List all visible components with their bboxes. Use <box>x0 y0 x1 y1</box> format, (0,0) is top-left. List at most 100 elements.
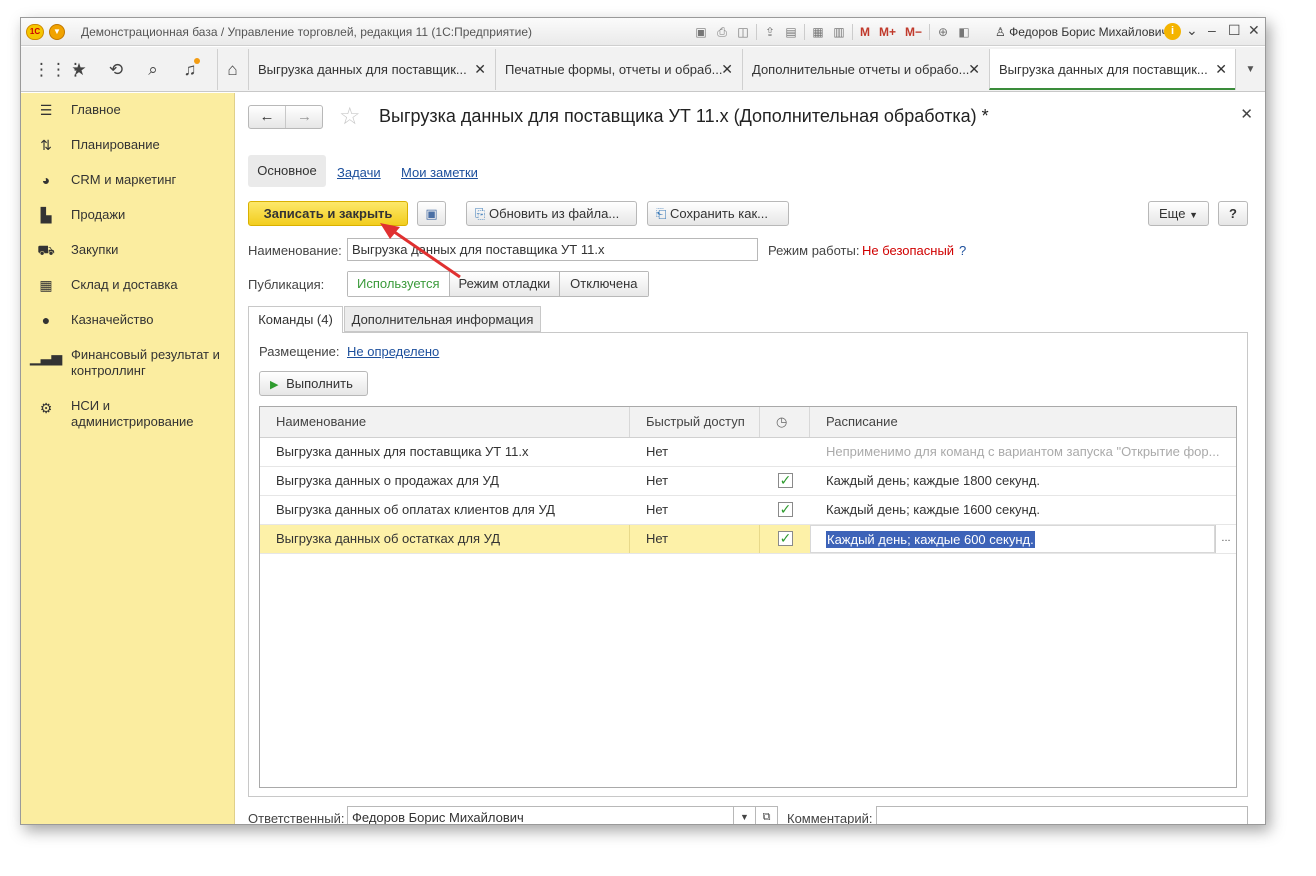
memory-button[interactable]: M <box>858 25 872 39</box>
column-header-quick-access[interactable]: Быстрый доступ <box>630 407 760 437</box>
memory-minus-button[interactable]: M− <box>903 25 924 39</box>
maximize-icon[interactable]: ☐ <box>1228 22 1241 39</box>
table-row[interactable]: Выгрузка данных об оплатах клиентов для … <box>260 496 1236 525</box>
sidebar: ☰ Главное ⇅ Планирование ◕ CRM и маркети… <box>21 93 235 824</box>
button-label: Обновить из файла... <box>489 206 620 221</box>
more-button[interactable]: Еще ▼ <box>1148 201 1209 226</box>
table-row-selected[interactable]: Выгрузка данных об остатках для УД Нет ✓… <box>260 525 1236 554</box>
sidebar-item-crm[interactable]: ◕ CRM и маркетинг <box>21 171 235 189</box>
execute-button[interactable]: ▶ Выполнить <box>259 371 368 396</box>
sidebar-item-finance[interactable]: ▁▃▅ Финансовый результат и контроллинг <box>21 346 235 379</box>
history-nav-group: ← → <box>248 105 323 129</box>
app-window: 1С ▼ Демонстрационная база / Управление … <box>20 17 1266 825</box>
sidebar-item-treasury[interactable]: ● Казначейство <box>21 311 235 329</box>
tab-notes[interactable]: Мои заметки <box>401 165 478 180</box>
preview-icon[interactable]: ◫ <box>735 24 751 40</box>
help-button[interactable]: ? <box>1218 201 1248 226</box>
calendar-icon[interactable]: ▥ <box>831 24 847 40</box>
table-row[interactable]: Выгрузка данных о продажах для УД Нет ✓ … <box>260 467 1236 496</box>
favorite-star-icon[interactable]: ☆ <box>339 102 361 131</box>
print-icon[interactable]: ⎙ <box>714 24 730 40</box>
tab-additional-reports[interactable]: Дополнительные отчеты и обрабо... ✕ <box>742 49 988 90</box>
cell-name: Выгрузка данных для поставщика УТ 11.x <box>276 444 529 459</box>
main-menu-button[interactable]: ▼ <box>49 24 65 40</box>
table-header: Наименование Быстрый доступ ◷ Расписание <box>260 407 1236 438</box>
publication-option-debug[interactable]: Режим отладки <box>449 272 561 296</box>
sidebar-item-purchases[interactable]: ⛟ Закупки <box>21 241 235 259</box>
sidebar-item-planning[interactable]: ⇅ Планирование <box>21 136 235 154</box>
tab-label: Выгрузка данных для поставщик... <box>999 62 1208 77</box>
sidebar-item-label: Склад и доставка <box>71 277 178 292</box>
back-arrow-icon[interactable]: ← <box>249 106 286 128</box>
history-icon[interactable]: ⟲ <box>105 59 127 81</box>
schedule-checkbox[interactable]: ✓ <box>778 473 793 488</box>
tab-export-data-1[interactable]: Выгрузка данных для поставщик... ✕ <box>248 49 494 90</box>
sidebar-item-label: CRM и маркетинг <box>71 172 177 187</box>
sidebar-item-main[interactable]: ☰ Главное <box>21 101 235 119</box>
close-tab-icon[interactable]: ✕ <box>474 49 486 90</box>
sidebar-item-warehouse[interactable]: ▦ Склад и доставка <box>21 276 235 294</box>
close-window-icon[interactable]: ✕ <box>1248 22 1260 39</box>
responsible-dropdown-icon[interactable]: ▼ <box>734 806 756 824</box>
home-icon[interactable]: ⌂ <box>217 49 247 90</box>
calculator-icon[interactable]: ▦ <box>810 24 826 40</box>
update-from-file-button[interactable]: ⎘ Обновить из файла... <box>466 201 637 226</box>
comment-input[interactable] <box>876 806 1248 824</box>
window-menu-chevron-icon[interactable]: ⌄ <box>1186 22 1198 39</box>
toolbar-separator <box>929 24 931 40</box>
button-label: Сохранить как... <box>670 206 768 221</box>
close-tab-icon[interactable]: ✕ <box>968 49 980 90</box>
save-as-button[interactable]: ⎗ Сохранить как... <box>647 201 789 226</box>
scan-icon[interactable]: ▤ <box>783 24 799 40</box>
close-form-icon[interactable]: ✕ <box>1240 105 1253 123</box>
tabs-dropdown-icon[interactable]: ▼ <box>1235 49 1265 90</box>
tab-label: Дополнительные отчеты и обрабо... <box>752 62 970 77</box>
minimize-icon[interactable]: – <box>1208 22 1216 38</box>
tab-print-forms[interactable]: Печатные формы, отчеты и обраб... ✕ <box>495 49 741 90</box>
apps-grid-icon[interactable]: ⋮⋮⋮ <box>33 59 84 81</box>
publication-option-disabled[interactable]: Отключена <box>560 272 648 296</box>
tab-additional-info[interactable]: Дополнительная информация <box>344 306 541 332</box>
sidebar-item-admin[interactable]: ⚙ НСИ и администрирование <box>21 397 235 430</box>
responsible-input[interactable]: Федоров Борис Михайлович <box>347 806 734 824</box>
sidebar-item-label: Главное <box>71 102 121 117</box>
window-title: Демонстрационная база / Управление торго… <box>81 25 533 39</box>
column-header-schedule[interactable]: Расписание <box>810 407 1236 437</box>
cell-quick-access: Нет <box>630 525 760 553</box>
table-row[interactable]: Выгрузка данных для поставщика УТ 11.x Н… <box>260 438 1236 467</box>
column-header-name[interactable]: Наименование <box>260 407 630 437</box>
tab-export-data-active[interactable]: Выгрузка данных для поставщик... ✕ <box>989 49 1235 90</box>
current-user[interactable]: ♙ Федоров Борис Михайлович <box>995 25 1168 39</box>
refresh-file-icon: ⎘ <box>475 206 486 221</box>
tab-tasks[interactable]: Задачи <box>337 165 381 180</box>
button-label: Еще <box>1159 206 1186 221</box>
memory-plus-button[interactable]: M+ <box>877 25 898 39</box>
zoom-icon[interactable]: ⊕ <box>935 24 951 40</box>
forward-arrow-icon[interactable]: → <box>286 106 323 128</box>
mode-label: Режим работы: <box>768 243 860 258</box>
close-tab-icon[interactable]: ✕ <box>1215 49 1227 88</box>
open-responsible-icon[interactable]: ⧉ <box>756 806 778 824</box>
placement-link[interactable]: Не определено <box>347 344 439 359</box>
schedule-select-button[interactable]: ... <box>1215 525 1236 553</box>
close-tab-icon[interactable]: ✕ <box>721 49 733 90</box>
search-icon[interactable]: ⌕ <box>142 59 164 81</box>
schedule-checkbox[interactable]: ✓ <box>778 531 793 546</box>
sidebar-item-label: Казначейство <box>71 312 154 327</box>
panels-icon[interactable]: ◧ <box>956 24 972 40</box>
tab-main[interactable]: Основное <box>248 155 326 187</box>
tab-commands[interactable]: Команды (4) <box>248 306 343 333</box>
sidebar-item-label: Закупки <box>71 242 119 257</box>
sidebar-item-label: Продажи <box>71 207 126 222</box>
info-icon[interactable]: i <box>1164 23 1181 40</box>
save-icon[interactable]: ▣ <box>693 24 709 40</box>
mode-help-link[interactable]: ? <box>959 243 966 258</box>
upload-icon[interactable]: ⇪ <box>762 24 778 40</box>
sidebar-item-sales[interactable]: ▙ Продажи <box>21 206 235 224</box>
responsible-label: Ответственный: <box>248 811 345 825</box>
column-header-schedule-flag[interactable]: ◷ <box>760 407 810 437</box>
favorites-star-icon[interactable]: ★ <box>68 59 90 81</box>
schedule-editor[interactable]: Каждый день; каждые 600 секунд. <box>810 525 1215 553</box>
schedule-checkbox[interactable]: ✓ <box>778 502 793 517</box>
schedule-selected-text: Каждый день; каждые 600 секунд. <box>826 531 1035 548</box>
